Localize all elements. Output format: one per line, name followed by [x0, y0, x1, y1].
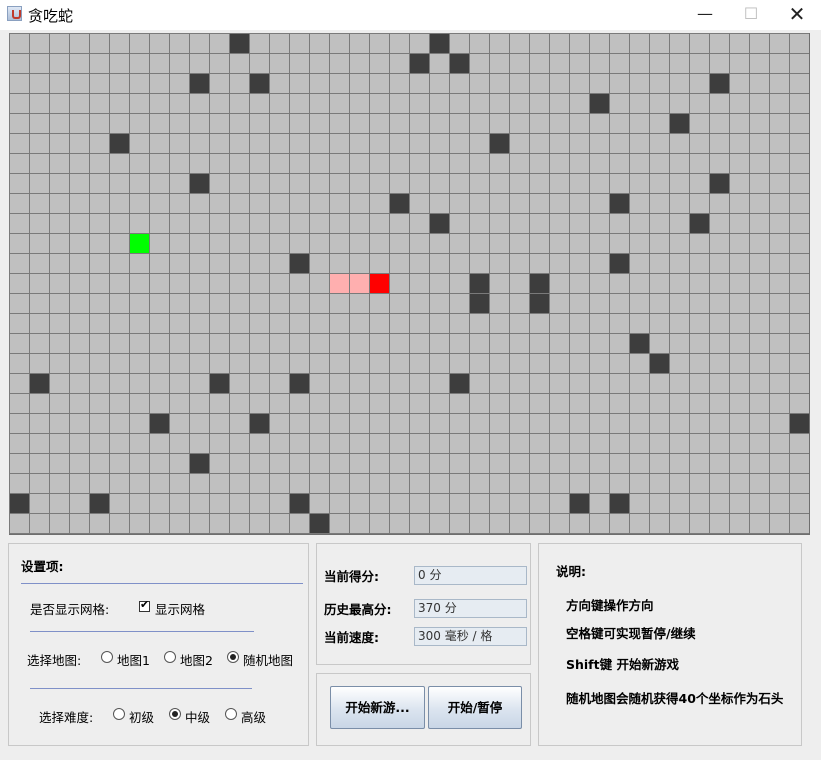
- rock-block: [190, 454, 209, 473]
- rock-block: [650, 354, 669, 373]
- rock-block: [610, 494, 629, 513]
- new-game-button[interactable]: 开始新游...: [330, 686, 425, 729]
- rock-block: [150, 414, 169, 433]
- snake-body-segment: [330, 274, 349, 293]
- rock-block: [430, 34, 449, 53]
- rock-block: [310, 514, 329, 533]
- rock-block: [530, 274, 549, 293]
- rock-block: [290, 494, 309, 513]
- difficulty-option-label: 选择难度:: [39, 710, 94, 725]
- title-bar: 贪吃蛇 — ☐ ✕: [0, 0, 821, 30]
- rock-block: [30, 374, 49, 393]
- hard-radio-label[interactable]: 高级: [241, 707, 266, 726]
- snake-body-segment: [350, 274, 369, 293]
- settings-heading: 设置项:: [21, 559, 64, 574]
- rock-block: [450, 54, 469, 73]
- rock-block: [470, 294, 489, 313]
- best-score-label: 历史最高分:: [324, 602, 392, 617]
- map1-radio-label[interactable]: 地图1: [117, 650, 150, 669]
- easy-radio-label[interactable]: 初级: [129, 707, 154, 726]
- rock-block: [390, 194, 409, 213]
- current-speed-label: 当前速度:: [324, 630, 379, 645]
- medium-radio-label[interactable]: 中级: [185, 707, 210, 726]
- rock-block: [10, 494, 29, 513]
- rock-block: [610, 194, 629, 213]
- pause-resume-button[interactable]: 开始/暂停: [428, 686, 522, 729]
- current-speed-field: 300 毫秒 / 格: [414, 627, 527, 646]
- rock-block: [790, 414, 809, 433]
- help-line: 随机地图会随机获得40个坐标作为石头: [566, 691, 784, 706]
- rock-block: [210, 374, 229, 393]
- grid-option-label: 是否显示网格:: [30, 602, 110, 617]
- window-title: 贪吃蛇: [28, 7, 74, 25]
- rock-block: [690, 214, 709, 233]
- rock-block: [630, 334, 649, 353]
- rock-block: [290, 374, 309, 393]
- rock-block: [290, 254, 309, 273]
- rock-block: [710, 174, 729, 193]
- rock-block: [410, 54, 429, 73]
- snake-head: [370, 274, 389, 293]
- game-board[interactable]: [9, 33, 810, 535]
- random-map-radio-label[interactable]: 随机地图: [243, 650, 293, 669]
- hard-radio[interactable]: [225, 708, 237, 720]
- rock-block: [450, 374, 469, 393]
- java-app-icon: [7, 6, 22, 21]
- help-heading: 说明:: [556, 564, 586, 579]
- rock-block: [190, 74, 209, 93]
- rock-block: [430, 214, 449, 233]
- rock-block: [190, 174, 209, 193]
- maximize-button[interactable]: ☐: [728, 0, 774, 30]
- rock-block: [250, 414, 269, 433]
- rock-block: [530, 294, 549, 313]
- map1-radio[interactable]: [101, 651, 113, 663]
- close-button[interactable]: ✕: [774, 0, 820, 30]
- current-score-field: 0 分: [414, 566, 527, 585]
- rock-block: [590, 94, 609, 113]
- rock-block: [250, 74, 269, 93]
- rock-block: [470, 274, 489, 293]
- game-board-canvas: [9, 33, 809, 534]
- best-score-field: 370 分: [414, 599, 527, 618]
- help-line: Shift键 开始新游戏: [566, 657, 679, 672]
- easy-radio[interactable]: [113, 708, 125, 720]
- rock-block: [90, 494, 109, 513]
- rock-block: [230, 34, 249, 53]
- rock-block: [610, 254, 629, 273]
- help-line: 方向键操作方向: [566, 598, 654, 613]
- settings-divider: [30, 688, 252, 689]
- settings-divider: [21, 583, 303, 584]
- current-score-label: 当前得分:: [324, 569, 379, 584]
- rock-block: [570, 494, 589, 513]
- help-line: 空格键可实现暂停/继续: [566, 626, 696, 641]
- medium-radio[interactable]: [169, 708, 181, 720]
- rock-block: [110, 134, 129, 153]
- random-map-radio[interactable]: [227, 651, 239, 663]
- map2-radio-label[interactable]: 地图2: [180, 650, 213, 669]
- map2-radio[interactable]: [164, 651, 176, 663]
- settings-divider: [30, 631, 254, 632]
- rock-block: [670, 114, 689, 133]
- food-block: [130, 234, 149, 253]
- show-grid-checkbox[interactable]: [139, 598, 150, 612]
- minimize-button[interactable]: —: [682, 0, 728, 30]
- rock-block: [490, 134, 509, 153]
- map-option-label: 选择地图:: [27, 653, 82, 668]
- show-grid-checkbox-label[interactable]: 显示网格: [155, 599, 205, 618]
- rock-block: [710, 74, 729, 93]
